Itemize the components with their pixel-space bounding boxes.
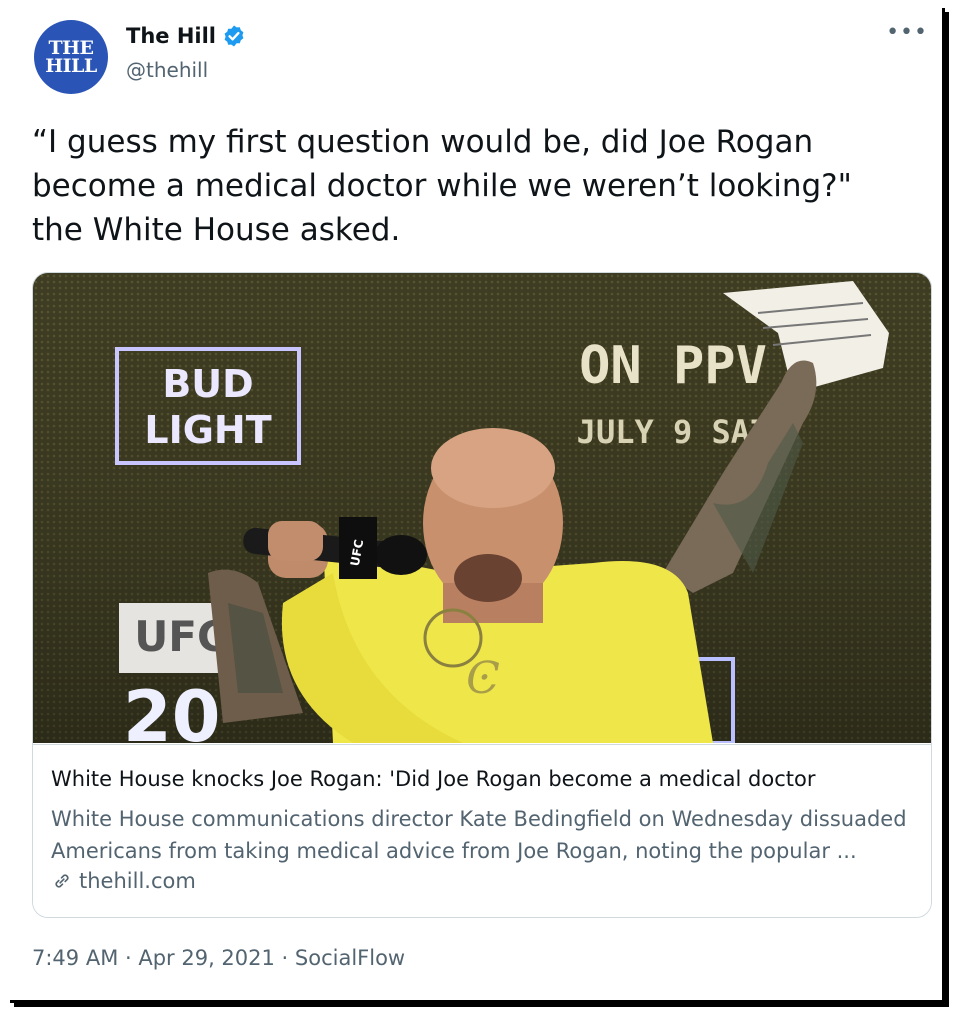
sign-text-bud: BUD bbox=[162, 362, 253, 406]
link-preview-card[interactable]: BUD LIGHT ON PPV JULY 9 SAT UFC 20 Ͼ UFC… bbox=[32, 272, 932, 918]
sign-text-light: LIGHT bbox=[144, 408, 271, 452]
link-card-body[interactable]: White House knocks Joe Rogan: 'Did Joe R… bbox=[33, 744, 931, 917]
link-card-domain[interactable]: thehill.com bbox=[51, 869, 196, 893]
verified-badge-icon bbox=[224, 25, 244, 47]
display-name[interactable]: The Hill bbox=[126, 24, 216, 48]
svg-text:Ͼ: Ͼ bbox=[466, 653, 500, 704]
link-icon bbox=[55, 874, 69, 888]
handle[interactable]: @thehill bbox=[126, 58, 208, 82]
sign-text-ppv: ON PPV bbox=[579, 336, 767, 396]
link-card-domain-text: thehill.com bbox=[79, 869, 196, 893]
link-card-title[interactable]: White House knocks Joe Rogan: 'Did Joe R… bbox=[51, 767, 816, 791]
sign-text-year: 20 bbox=[123, 676, 220, 743]
link-card-description: White House communications director Kate… bbox=[51, 807, 907, 863]
tweet-card: THE HILL The Hill @thehill ••• “I guess … bbox=[10, 8, 945, 1003]
tweet-text: “I guess my first question would be, did… bbox=[32, 124, 852, 248]
avatar[interactable]: THE HILL bbox=[34, 20, 108, 94]
sign-text-date: JULY 9 SAT bbox=[577, 413, 770, 451]
article-image[interactable]: BUD LIGHT ON PPV JULY 9 SAT UFC 20 Ͼ UFC bbox=[33, 273, 931, 743]
tweet-timestamp[interactable]: 7:49 AM · Apr 29, 2021 · SocialFlow bbox=[32, 946, 405, 970]
name-row: The Hill bbox=[126, 24, 246, 48]
more-options-icon[interactable]: ••• bbox=[886, 20, 928, 45]
avatar-line2: HILL bbox=[45, 55, 97, 77]
